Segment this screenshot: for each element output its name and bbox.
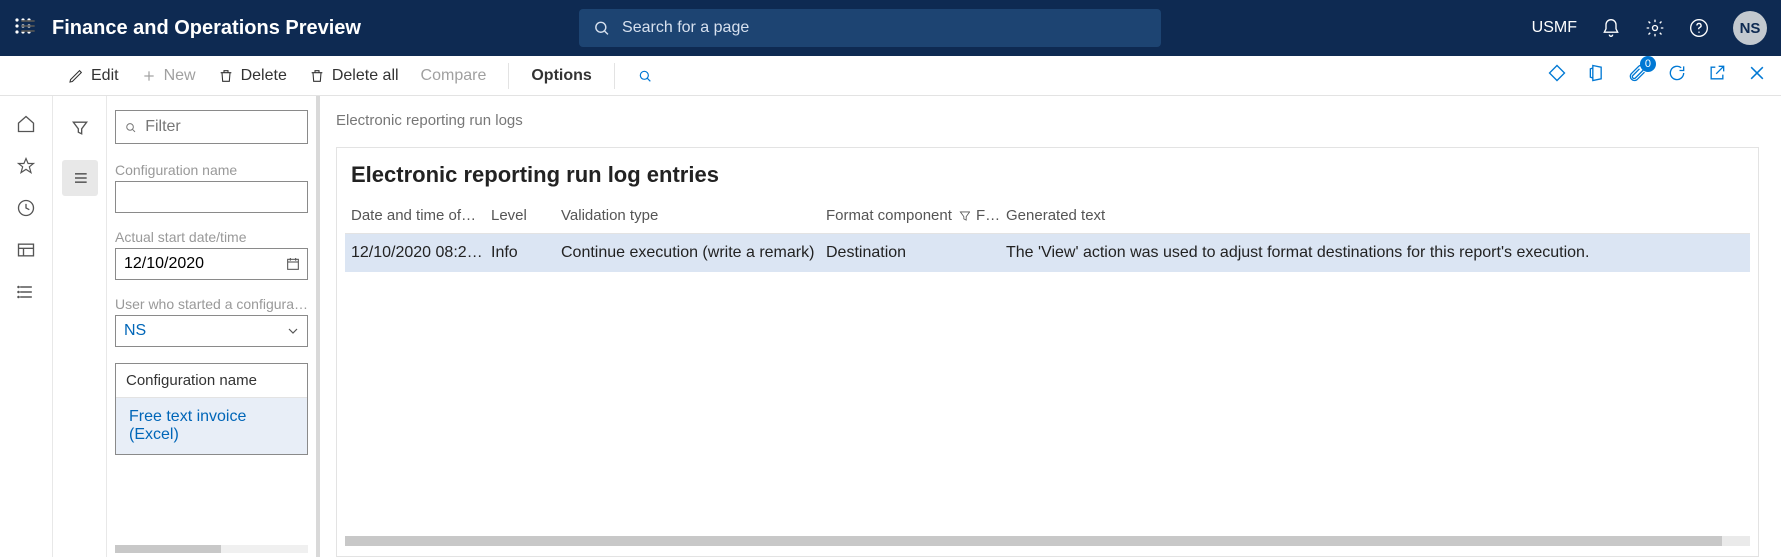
scroll-thumb[interactable] [345,536,1722,546]
search-icon [593,19,610,37]
cell-level: Info [485,244,555,262]
user-label: User who started a configuration [115,296,308,312]
breadcrumb: Electronic reporting run logs [336,112,1759,129]
pencil-icon [68,68,84,84]
col-generated-text[interactable]: Generated text [1000,207,1750,224]
scroll-thumb[interactable] [115,545,221,553]
global-search[interactable] [579,9,1161,47]
edit-label: Edit [91,67,119,85]
trash-icon [309,68,325,84]
popout-icon[interactable] [1707,63,1727,88]
find-button[interactable] [637,68,653,84]
cell-validation-type: Continue execution (write a remark) [555,244,820,262]
new-button[interactable]: New [141,67,196,85]
filter-rail [53,96,107,557]
filter-input[interactable] [145,118,299,136]
side-horizontal-scrollbar[interactable] [115,545,308,553]
action-separator [508,63,509,89]
list-view-icon[interactable] [62,160,98,196]
main-content: Electronic reporting run logs Electronic… [320,96,1781,557]
calendar-icon [285,256,301,272]
search-icon [637,68,653,84]
col-validation-type[interactable]: Validation type [555,207,820,224]
delete-all-label: Delete all [332,67,399,85]
user-value: NS [124,322,146,340]
cell-date: 12/10/2020 08:2… [345,244,485,262]
options-button[interactable]: Options [531,67,591,85]
favorites-icon[interactable] [8,148,44,184]
delete-all-button[interactable]: Delete all [309,67,399,85]
app-header: Finance and Operations Preview USMF NS [0,0,1781,56]
config-list-header: Configuration name [116,364,307,398]
config-name-label: Configuration name [115,162,308,178]
settings-icon[interactable] [1645,18,1665,38]
compare-button: Compare [421,67,487,85]
action-separator [614,63,615,89]
log-entries-card: Electronic reporting run log entries Dat… [336,147,1759,557]
refresh-icon[interactable] [1667,63,1687,88]
col-f-truncated[interactable]: F… [970,207,1000,224]
help-icon[interactable] [1689,18,1709,38]
start-date-value: 12/10/2020 [124,255,204,273]
action-bar: Edit New Delete Delete all Compare Optio… [0,56,1781,96]
start-date-label: Actual start date/time [115,229,308,245]
home-icon[interactable] [8,106,44,142]
funnel-icon[interactable] [62,110,98,146]
table-row[interactable]: 12/10/2020 08:2… Info Continue execution… [345,234,1750,272]
grid-header: Date and time of… Level Validation type … [345,198,1750,234]
delete-label: Delete [241,67,287,85]
notifications-icon[interactable] [1601,18,1621,38]
legal-entity[interactable]: USMF [1532,19,1577,37]
compare-label: Compare [421,67,487,85]
recent-icon[interactable] [8,190,44,226]
cell-generated-text: The 'View' action was used to adjust for… [1000,244,1750,262]
card-title: Electronic reporting run log entries [337,148,1758,198]
side-panel: Configuration name Actual start date/tim… [107,96,320,557]
avatar-initials: NS [1740,20,1761,37]
config-name-field[interactable] [115,181,308,213]
search-input[interactable] [622,19,1147,37]
new-label: New [164,67,196,85]
edit-button[interactable]: Edit [68,67,119,85]
close-icon[interactable] [1747,63,1767,88]
attachments-icon[interactable]: 0 [1627,63,1647,88]
nav-hamburger-icon[interactable] [18,16,38,41]
filter-box[interactable] [115,110,308,144]
nav-rail [0,96,53,557]
col-date[interactable]: Date and time of… [345,207,485,224]
list-item[interactable]: Free text invoice (Excel) [116,398,307,454]
trash-icon [218,68,234,84]
workspaces-icon[interactable] [8,232,44,268]
cell-format-component: Destination [820,244,970,262]
app-title: Finance and Operations Preview [52,17,361,40]
options-label: Options [531,67,591,85]
modules-icon[interactable] [8,274,44,310]
attachments-badge: 0 [1640,56,1656,72]
grid-horizontal-scrollbar[interactable] [345,536,1750,546]
diamond-icon[interactable] [1547,63,1567,88]
col-level[interactable]: Level [485,207,555,224]
avatar[interactable]: NS [1733,11,1767,45]
start-date-field[interactable]: 12/10/2020 [115,248,308,280]
plus-icon [141,68,157,84]
chevron-down-icon [285,323,301,339]
delete-button[interactable]: Delete [218,67,287,85]
config-list: Configuration name Free text invoice (Ex… [115,363,308,455]
office-icon[interactable] [1587,63,1607,88]
search-icon [124,120,137,135]
user-field[interactable]: NS [115,315,308,347]
funnel-icon [958,209,970,223]
col-format-component[interactable]: Format component [820,207,970,224]
log-grid: Date and time of… Level Validation type … [345,198,1750,536]
